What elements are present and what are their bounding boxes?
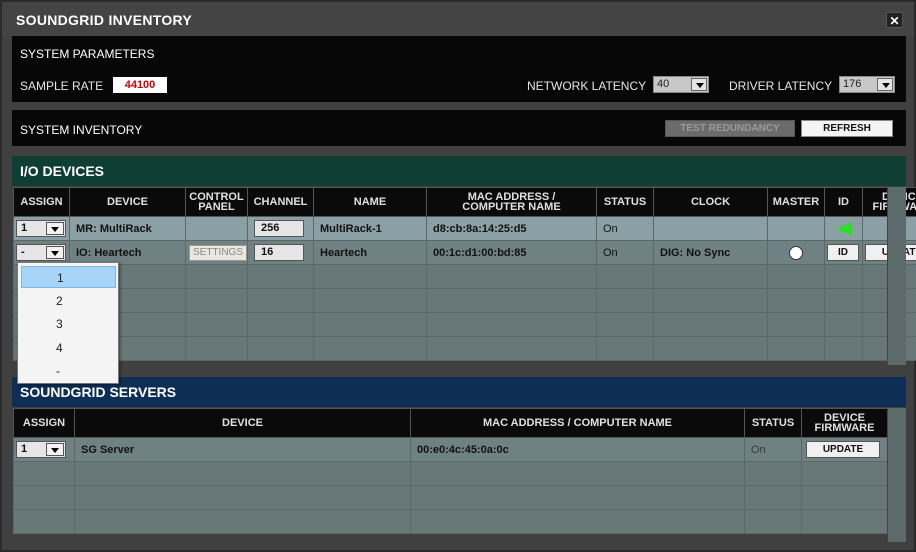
refresh-button[interactable]: REFRESH (801, 120, 893, 137)
device-cell: SG Server (74, 437, 411, 462)
channel-field[interactable]: 16 (254, 244, 304, 261)
status-cell: On (596, 240, 654, 265)
soundgrid-inventory-window: SOUNDGRID INVENTORY ✕ SYSTEM PARAMETERS … (0, 0, 916, 552)
table-row (13, 461, 888, 486)
table-row (13, 312, 916, 337)
col-firmware: DEVICEFIRMWARE (801, 408, 888, 438)
col-name: NAME (313, 187, 427, 217)
update-button[interactable]: UPDATE (806, 441, 880, 458)
chevron-down-icon[interactable] (46, 246, 64, 259)
system-parameters-panel: SYSTEM PARAMETERS SAMPLE RATE 44100 NETW… (12, 36, 906, 102)
network-latency-label: NETWORK LATENCY (527, 79, 647, 93)
chevron-down-icon[interactable] (691, 78, 707, 91)
col-device: DEVICE (69, 187, 186, 217)
assign-select[interactable]: 1 (16, 441, 66, 458)
table-row (13, 288, 916, 313)
driver-latency-label: DRIVER LATENCY (729, 79, 833, 93)
system-inventory-title: SYSTEM INVENTORY (20, 123, 143, 137)
col-mac: MAC ADDRESS / COMPUTER NAME (410, 408, 745, 438)
device-cell: MR: MultiRack (69, 216, 186, 241)
col-assign: ASSIGN (13, 408, 75, 438)
id-button[interactable]: ID (827, 244, 859, 261)
dropdown-option-none[interactable]: - (21, 360, 116, 382)
soundgrid-servers-header: SOUNDGRID SERVERS (12, 377, 906, 407)
window-title: SOUNDGRID INVENTORY (16, 12, 193, 28)
driver-latency-select[interactable]: 176 (839, 76, 895, 93)
col-master: MASTER (767, 187, 825, 217)
table-row (13, 485, 888, 510)
io-devices-table: ASSIGN DEVICE CONTROL PANEL CHANNEL NAME … (13, 187, 916, 361)
col-mac: MAC ADDRESS / COMPUTER NAME (426, 187, 597, 217)
table-row[interactable]: 1 SG Server 00:e0:4c:45:0a:0c On UPDATE (13, 437, 888, 462)
driver-latency-value: 176 (843, 78, 862, 90)
table-row (13, 336, 916, 361)
sample-rate-value: 44100 (113, 77, 167, 93)
control-panel-cell (185, 216, 248, 241)
sample-rate-label: SAMPLE RATE (20, 79, 104, 93)
table-row[interactable]: - IO: Heartech SETTINGS 16 Heartech 00:1… (13, 240, 916, 265)
dropdown-option-2[interactable]: 2 (21, 290, 116, 312)
table-row (13, 509, 888, 534)
col-control-panel: CONTROL PANEL (185, 187, 248, 217)
title-bar: SOUNDGRID INVENTORY ✕ (2, 2, 914, 36)
servers-scrollbar[interactable] (887, 408, 906, 542)
status-cell: On (744, 437, 802, 462)
table-row[interactable]: 1 MR: MultiRack 256 MultiRack-1 d8:cb:8a… (13, 216, 916, 241)
io-devices-scrollbar[interactable] (887, 187, 906, 365)
device-cell: IO: Heartech (69, 240, 186, 265)
dropdown-option-3[interactable]: 3 (21, 313, 116, 335)
chevron-down-icon[interactable] (46, 443, 64, 456)
dropdown-option-4[interactable]: 4 (21, 337, 116, 359)
test-redundancy-button[interactable]: TEST REDUNDANCY (665, 120, 795, 137)
col-id: ID (824, 187, 863, 217)
dropdown-option-1[interactable]: 1 (21, 266, 116, 288)
mac-cell: 00:1c:d1:00:bd:85 (426, 240, 597, 265)
assign-select[interactable]: - (16, 244, 66, 261)
mac-cell: d8:cb:8a:14:25:d5 (426, 216, 597, 241)
settings-button[interactable]: SETTINGS (189, 244, 247, 261)
soundgrid-servers-table: ASSIGN DEVICE MAC ADDRESS / COMPUTER NAM… (13, 408, 888, 534)
chevron-down-icon[interactable] (877, 78, 893, 91)
system-inventory-panel: SYSTEM INVENTORY TEST REDUNDANCY REFRESH (12, 110, 906, 146)
system-parameters-title: SYSTEM PARAMETERS (20, 47, 155, 61)
name-cell: MultiRack-1 (313, 216, 427, 241)
master-cell (767, 216, 825, 241)
assign-select[interactable]: 1 (16, 220, 66, 237)
master-radio[interactable] (789, 245, 803, 260)
table-row (13, 264, 916, 289)
network-latency-value: 40 (657, 78, 670, 90)
close-icon[interactable]: ✕ (886, 12, 903, 28)
id-indicator-icon (835, 221, 852, 236)
col-status: STATUS (744, 408, 802, 438)
chevron-down-icon[interactable] (46, 222, 64, 235)
clock-cell (653, 216, 768, 241)
col-status: STATUS (596, 187, 654, 217)
io-devices-header: I/O DEVICES (12, 156, 906, 186)
channel-field[interactable]: 256 (254, 220, 304, 237)
col-assign: ASSIGN (13, 187, 70, 217)
col-clock: CLOCK (653, 187, 768, 217)
clock-cell: DIG: No Sync (653, 240, 768, 265)
status-cell: On (596, 216, 654, 241)
network-latency-select[interactable]: 40 (653, 76, 709, 93)
name-cell: Heartech (313, 240, 427, 265)
assign-dropdown-list: 1 2 3 4 - (17, 262, 119, 384)
col-channel: CHANNEL (247, 187, 314, 217)
mac-cell: 00:e0:4c:45:0a:0c (410, 437, 745, 462)
col-device: DEVICE (74, 408, 411, 438)
